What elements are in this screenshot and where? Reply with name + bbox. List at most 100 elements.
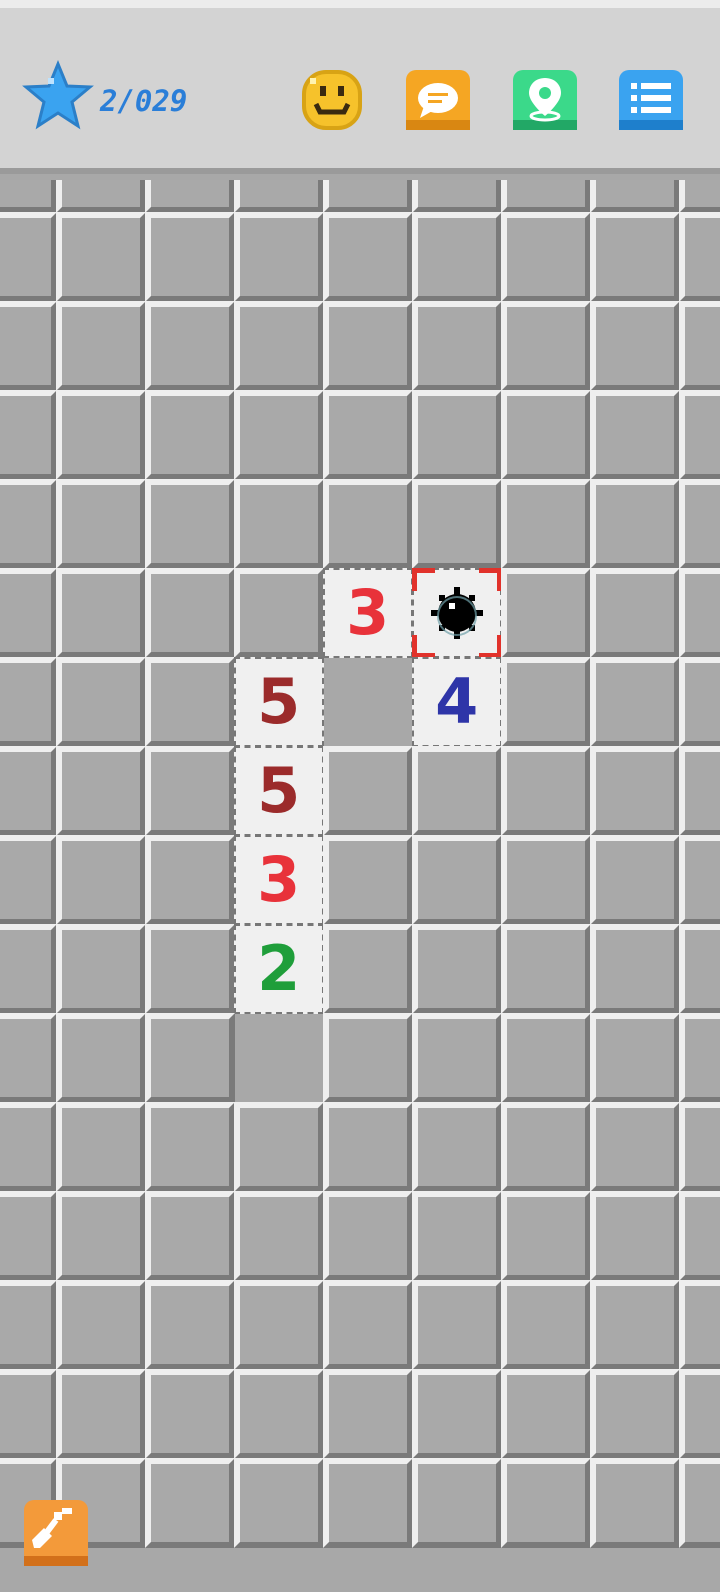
- hidden-cell[interactable]: [145, 924, 235, 1014]
- hidden-cell[interactable]: [56, 1369, 146, 1459]
- hidden-cell[interactable]: [145, 1013, 235, 1103]
- hidden-cell[interactable]: [412, 1280, 502, 1370]
- hidden-cell[interactable]: [234, 1191, 324, 1281]
- hidden-cell[interactable]: [145, 180, 235, 213]
- hidden-cell[interactable]: [679, 835, 720, 925]
- hidden-cell[interactable]: [590, 390, 680, 480]
- hidden-cell[interactable]: [234, 212, 324, 302]
- hidden-cell[interactable]: [590, 1280, 680, 1370]
- hidden-cell[interactable]: [145, 746, 235, 836]
- chat-button[interactable]: [404, 66, 472, 134]
- hidden-cell[interactable]: [323, 212, 413, 302]
- hidden-cell[interactable]: [145, 301, 235, 391]
- hidden-cell[interactable]: [145, 479, 235, 569]
- hidden-cell[interactable]: [412, 390, 502, 480]
- hidden-cell[interactable]: [234, 568, 324, 658]
- hidden-cell[interactable]: [590, 1102, 680, 1192]
- hidden-cell[interactable]: [0, 301, 57, 391]
- hidden-cell[interactable]: [679, 568, 720, 658]
- hidden-cell[interactable]: [412, 479, 502, 569]
- hidden-cell[interactable]: [145, 390, 235, 480]
- shovel-tool-button[interactable]: [22, 1498, 90, 1570]
- hidden-cell[interactable]: [412, 1102, 502, 1192]
- hidden-cell[interactable]: [323, 1458, 413, 1548]
- hidden-cell[interactable]: [501, 212, 591, 302]
- hidden-cell[interactable]: [234, 1102, 324, 1192]
- hidden-cell[interactable]: [323, 1369, 413, 1459]
- hidden-cell[interactable]: [323, 479, 413, 569]
- hidden-cell[interactable]: [56, 835, 146, 925]
- hidden-cell[interactable]: [590, 479, 680, 569]
- hidden-cell[interactable]: [501, 924, 591, 1014]
- hidden-cell[interactable]: [0, 180, 57, 213]
- hidden-cell[interactable]: [501, 1102, 591, 1192]
- hidden-cell[interactable]: [412, 1191, 502, 1281]
- hidden-cell[interactable]: [145, 1458, 235, 1548]
- hidden-cell[interactable]: [323, 1102, 413, 1192]
- hidden-cell[interactable]: [679, 1280, 720, 1370]
- hidden-cell[interactable]: [145, 1369, 235, 1459]
- hidden-cell[interactable]: [145, 657, 235, 747]
- hidden-cell[interactable]: [679, 746, 720, 836]
- hidden-cell[interactable]: [234, 390, 324, 480]
- hidden-cell[interactable]: [234, 479, 324, 569]
- hidden-cell[interactable]: [501, 1280, 591, 1370]
- map-location-button[interactable]: [511, 66, 579, 134]
- hidden-cell[interactable]: [234, 1280, 324, 1370]
- hidden-cell[interactable]: [0, 835, 57, 925]
- hidden-cell[interactable]: [501, 1191, 591, 1281]
- menu-button[interactable]: [617, 66, 685, 134]
- hidden-cell[interactable]: [590, 657, 680, 747]
- hidden-cell[interactable]: [323, 1280, 413, 1370]
- hidden-cell[interactable]: [56, 568, 146, 658]
- hidden-cell[interactable]: [501, 1458, 591, 1548]
- hidden-cell[interactable]: [501, 301, 591, 391]
- hidden-cell[interactable]: [590, 835, 680, 925]
- hidden-cell[interactable]: [501, 1013, 591, 1103]
- hidden-cell[interactable]: [56, 657, 146, 747]
- hidden-cell[interactable]: [145, 1191, 235, 1281]
- hidden-cell[interactable]: [679, 212, 720, 302]
- hidden-cell[interactable]: [0, 657, 57, 747]
- hidden-cell[interactable]: [323, 924, 413, 1014]
- hidden-cell[interactable]: [590, 924, 680, 1014]
- hidden-cell[interactable]: [56, 1280, 146, 1370]
- hidden-cell[interactable]: [0, 1280, 57, 1370]
- hidden-cell[interactable]: [56, 180, 146, 213]
- hidden-cell[interactable]: [412, 301, 502, 391]
- hidden-cell[interactable]: [145, 1102, 235, 1192]
- hidden-cell[interactable]: [679, 390, 720, 480]
- hidden-cell[interactable]: [412, 1369, 502, 1459]
- hidden-cell[interactable]: [56, 390, 146, 480]
- hidden-cell[interactable]: [501, 1369, 591, 1459]
- hidden-cell[interactable]: [412, 1458, 502, 1548]
- hidden-cell[interactable]: [0, 479, 57, 569]
- hidden-cell[interactable]: [323, 1013, 413, 1103]
- hidden-cell[interactable]: [234, 1458, 324, 1548]
- hidden-cell[interactable]: [323, 390, 413, 480]
- hidden-cell[interactable]: [234, 301, 324, 391]
- hidden-cell[interactable]: [145, 1280, 235, 1370]
- hidden-cell[interactable]: [590, 180, 680, 213]
- hidden-cell[interactable]: [590, 301, 680, 391]
- hidden-cell[interactable]: [56, 479, 146, 569]
- hidden-cell[interactable]: [501, 479, 591, 569]
- hidden-cell[interactable]: [679, 479, 720, 569]
- hidden-cell[interactable]: [679, 1102, 720, 1192]
- hidden-cell[interactable]: [145, 835, 235, 925]
- hidden-cell[interactable]: [56, 301, 146, 391]
- hidden-cell[interactable]: [501, 180, 591, 213]
- hidden-cell[interactable]: [590, 1458, 680, 1548]
- hidden-cell[interactable]: [501, 657, 591, 747]
- hidden-cell[interactable]: [412, 924, 502, 1014]
- hidden-cell[interactable]: [323, 746, 413, 836]
- hidden-cell[interactable]: [323, 180, 413, 213]
- hidden-cell[interactable]: [56, 1102, 146, 1192]
- hidden-cell[interactable]: [56, 746, 146, 836]
- hidden-cell[interactable]: [412, 835, 502, 925]
- hidden-cell[interactable]: [412, 746, 502, 836]
- hidden-cell[interactable]: [0, 1191, 57, 1281]
- hidden-cell[interactable]: [323, 1191, 413, 1281]
- hidden-cell[interactable]: [0, 212, 57, 302]
- hidden-cell[interactable]: [323, 301, 413, 391]
